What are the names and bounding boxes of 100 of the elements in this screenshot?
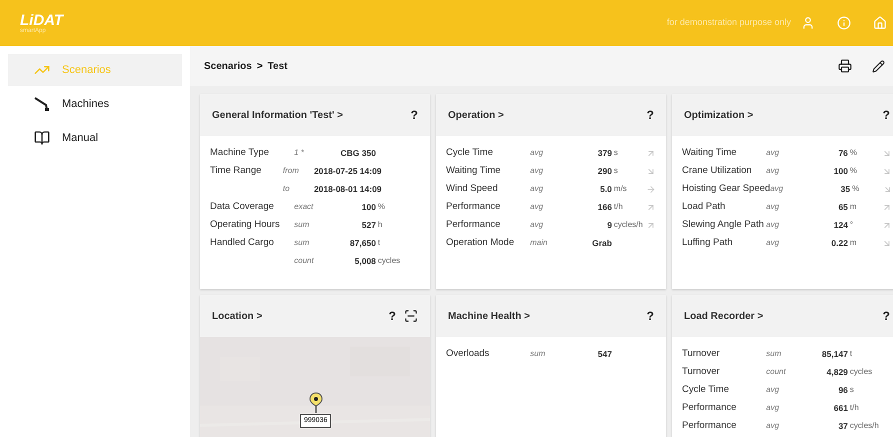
row-label: Waiting Time (446, 164, 502, 178)
row-unit: m (850, 202, 857, 211)
row-unit: cycles (850, 367, 872, 376)
row-label: Crane Utilization (682, 164, 753, 178)
card-title-link[interactable]: Machine Health > (448, 308, 530, 324)
row-value: 9 (606, 218, 612, 232)
row-label: Turnover (682, 346, 721, 361)
row-label: Operating Hours (210, 218, 281, 232)
row-value: 527 (360, 218, 376, 232)
row-qualifier: sum (766, 348, 782, 360)
row-unit: % (850, 166, 858, 175)
row-label: Waiting Time (682, 146, 738, 160)
row-qualifier: count (766, 366, 787, 378)
row-value: 100 (360, 200, 376, 214)
row-unit: cycles (378, 256, 400, 265)
row-unit: % (378, 202, 386, 211)
row-qualifier: avg (766, 147, 780, 159)
row-value: 661 (832, 402, 848, 414)
row-value: 379 (596, 146, 612, 160)
row-value: 547 (596, 348, 612, 360)
row-label: Performance (446, 200, 502, 214)
breadcrumb-separator: > (256, 60, 263, 74)
row-unit: m (850, 238, 857, 247)
row-qualifier: to (282, 183, 291, 195)
row-value: 35 (840, 182, 850, 196)
edit-icon[interactable] (872, 60, 885, 72)
row-value: 5.0 (599, 182, 612, 196)
crane-icon (34, 96, 50, 112)
row-value: 2018-07-25 14:09 (314, 164, 382, 178)
row-label: Machine Type (210, 146, 270, 160)
row-qualifier: avg (766, 420, 780, 432)
row-label: Performance (682, 418, 738, 433)
row-label: Hoisting Gear Speed (682, 182, 770, 196)
map-pin-icon[interactable] (308, 392, 323, 414)
help-button[interactable]: ? (882, 307, 890, 325)
focus-icon[interactable] (404, 309, 418, 323)
row-value: 100 (832, 164, 848, 178)
row-value: 5,008 (354, 254, 376, 268)
row-qualifier: avg (766, 384, 780, 396)
row-label: Operation Mode (446, 236, 516, 250)
row-value: 65 (837, 200, 848, 214)
card-title-link[interactable]: Operation > (448, 108, 504, 122)
card-title-link[interactable]: Load Recorder > (684, 308, 764, 324)
row-qualifier: avg (530, 183, 544, 195)
row-unit: % (850, 148, 858, 157)
card-title-link[interactable]: General Information 'Test' > (212, 108, 343, 122)
row-value: 87,650 (348, 236, 376, 250)
breadcrumb-item[interactable]: Test (268, 58, 288, 74)
help-button[interactable]: ? (410, 106, 418, 124)
row-label: Luffing Path (682, 236, 734, 250)
row-label: Turnover (682, 364, 721, 379)
row-value: 166 (596, 200, 612, 214)
row-qualifier: sum (530, 348, 546, 360)
row-value: 37 (837, 420, 848, 432)
row-unit: h (378, 220, 382, 229)
row-label: Wind Speed (446, 182, 499, 196)
row-qualifier: avg (530, 201, 544, 213)
row-qualifier: exact (294, 201, 314, 213)
row-value: 96 (837, 384, 848, 396)
row-qualifier: from (282, 165, 300, 177)
row-value: Grab (591, 236, 612, 250)
row-unit: t (850, 349, 852, 358)
row-qualifier: main (530, 237, 548, 249)
demo-notice: for demonstration purpose only (666, 16, 791, 30)
row-value: CBG 350 (339, 146, 376, 160)
row-qualifier: avg (766, 201, 780, 213)
card-title-link[interactable]: Location > (212, 308, 262, 324)
row-value: 85,147 (820, 348, 848, 360)
row-qualifier: sum (294, 237, 310, 249)
row-unit: s (850, 385, 854, 394)
row-label: Overloads (446, 346, 490, 361)
row-unit: % (852, 184, 860, 193)
trend-flat-icon (646, 184, 656, 194)
row-label: Handled Cargo (210, 236, 275, 250)
row-value: 2018-08-01 14:09 (314, 182, 382, 196)
row-unit: t/h (850, 403, 859, 412)
row-qualifier: avg (766, 237, 780, 249)
row-qualifier: avg (766, 165, 780, 177)
print-icon[interactable] (838, 59, 852, 73)
help-button[interactable]: ? (388, 307, 396, 325)
row-qualifier: avg (530, 147, 544, 159)
row-qualifier: 1 * (294, 147, 305, 159)
row-qualifier: avg (530, 219, 544, 231)
help-button[interactable]: ? (646, 307, 654, 325)
help-button[interactable]: ? (646, 106, 654, 124)
row-label: Cycle Time (682, 382, 730, 397)
breadcrumb-item[interactable]: Scenarios (204, 58, 252, 74)
card-title-link[interactable]: Optimization > (684, 108, 754, 122)
row-unit: cycles/h (850, 421, 879, 430)
row-qualifier: avg (770, 183, 784, 195)
row-qualifier: avg (530, 165, 544, 177)
logo: LiDAT (20, 12, 64, 28)
help-button[interactable]: ? (882, 106, 890, 124)
row-label: Data Coverage (210, 200, 275, 214)
row-unit: ° (850, 220, 854, 229)
row-unit: t/h (614, 202, 623, 211)
row-label: Slewing Angle Path (682, 218, 765, 232)
row-qualifier: count (294, 255, 315, 267)
row-value: 4,829 (826, 366, 848, 378)
row-unit: m/s (614, 184, 627, 193)
